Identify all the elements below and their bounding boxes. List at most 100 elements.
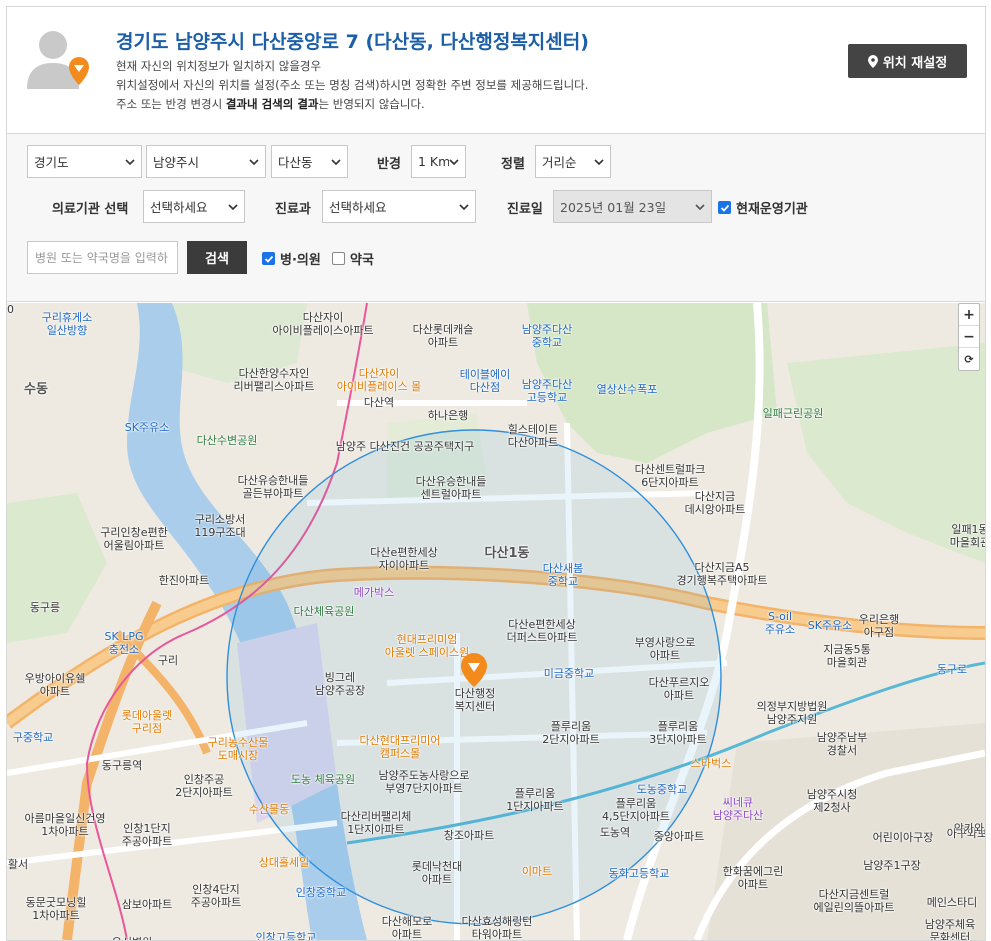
map-place-label[interactable]: 수산물동 <box>249 803 289 816</box>
map-place-label[interactable]: 롯데아울렛 구리점 <box>122 709 173 735</box>
map-place-label[interactable]: 동화고등학교 <box>609 867 670 880</box>
map-place-label[interactable]: 다산센트럴파크 6단지아파트 <box>635 463 706 489</box>
map-place-label[interactable]: 다산푸르지오 아파트 <box>649 676 710 702</box>
institution-select[interactable]: 선택하세요 <box>143 190 245 223</box>
map-place-label[interactable]: 다산지금A5 경기행복주택아파트 <box>676 561 767 587</box>
map-place-label[interactable]: 다산새봄 중학교 <box>543 562 583 588</box>
department-select[interactable]: 선택하세요 <box>322 190 476 223</box>
sort-select[interactable]: 거리순 <box>535 145 611 178</box>
map-place-label[interactable]: 다산유승한내들 골든뷰아파트 <box>238 474 309 500</box>
map-place-label[interactable]: 어린이아구장 <box>873 831 934 844</box>
dong-select[interactable]: 다산동 <box>271 145 348 178</box>
map-place-label[interactable]: 인창1단지 주공아파트 <box>122 822 173 848</box>
map-place-label[interactable]: 다산1동 <box>485 547 530 560</box>
map-place-label[interactable]: 구리휴게소 일산방향 <box>42 311 93 337</box>
map-place-label[interactable]: 다산한양수자인 리버팰리스아파트 <box>234 367 315 393</box>
map-place-label[interactable]: 남양주체육 문화센터 <box>925 918 976 940</box>
map-place-label[interactable]: 스타벅스 <box>691 757 731 770</box>
map-place-label[interactable]: 다산롯데캐슬 아파트 <box>413 323 474 349</box>
map-place-label[interactable]: 다산효성해링턴 타워아파트 <box>462 915 533 940</box>
city-select[interactable]: 남양주시 <box>146 145 266 178</box>
map-place-label[interactable]: 남양주시청 제2청사 <box>807 788 858 814</box>
map-place-label[interactable]: 플루리움 1단지아파트 <box>506 787 564 813</box>
map-place-label[interactable]: 삼보아파트 <box>122 898 173 911</box>
map-place-label[interactable]: 구리소방서 119구조대 <box>194 513 245 539</box>
map-refresh-button[interactable]: ⟳ <box>959 348 979 370</box>
map-place-label[interactable]: 구중학교 <box>13 731 53 744</box>
zoom-in-button[interactable]: + <box>959 304 979 326</box>
clinic-checkbox[interactable]: 병·의원 <box>262 249 321 268</box>
map-place-label[interactable]: 도농역 <box>600 826 630 839</box>
map-place-label[interactable]: 인창4단지 주공아파트 <box>191 883 242 909</box>
map-place-label[interactable]: 일패근린공원 <box>763 407 824 420</box>
search-button[interactable]: 검색 <box>187 241 247 274</box>
map-place-label[interactable]: SK LPG 충전소 <box>105 630 144 656</box>
map-place-label[interactable]: 다산역 <box>364 396 394 409</box>
map-place-label[interactable]: 다산수변공원 <box>197 434 258 447</box>
map-place-label[interactable]: SK주유소 <box>808 619 853 632</box>
map-place-label[interactable]: 구리인창e편한 어울림아파트 <box>100 526 168 552</box>
map-place-label[interactable]: 인창중학교 <box>296 886 347 899</box>
province-select[interactable]: 경기도 <box>27 145 142 178</box>
map-place-label[interactable]: 구리농수산물 도매시장 <box>208 736 269 762</box>
map-place-label[interactable]: 이마트 <box>522 865 552 878</box>
map-place-label[interactable]: 현대프리미엄 아울렛 스페이스원 <box>385 633 469 659</box>
map-place-label[interactable]: 중앙아파트 <box>654 830 705 843</box>
map-place-label[interactable]: 다산현대프리미어 캠퍼스몰 <box>360 734 441 760</box>
map-place-label[interactable]: 동구로 <box>937 663 967 676</box>
location-marker-icon[interactable] <box>461 653 487 687</box>
map-place-label[interactable]: 다산자이 아이비플레이스 몰 <box>337 367 421 393</box>
map-place-label[interactable]: 창조아파트 <box>444 829 495 842</box>
map-place-label[interactable]: 다산리버팰리체 1단지아파트 <box>341 810 412 836</box>
open-now-checkbox[interactable]: 현재운영기관 <box>718 198 808 217</box>
map-place-label[interactable]: 부영사랑으로 아파트 <box>635 636 696 662</box>
map-place-label[interactable]: 수동 <box>24 383 48 396</box>
map-place-label[interactable]: 한진아파트 <box>159 574 210 587</box>
map-place-label[interactable]: 다산체육공원 <box>294 605 355 618</box>
map-place-label[interactable]: 테이블에이 다산점 <box>460 368 511 394</box>
map-place-label[interactable]: 하나은행 <box>428 409 468 422</box>
map-place-label[interactable]: 남양주다산 고등학교 <box>522 378 573 404</box>
search-input[interactable]: 병원 또는 약국명을 입력하 <box>27 241 178 274</box>
map-place-label[interactable]: 일패1동마을회관 <box>950 523 985 549</box>
map-place-label[interactable]: 씨네큐 남양주다산 <box>713 796 764 822</box>
map-place-label[interactable]: 열상산수폭포 <box>597 383 658 396</box>
map-place-label[interactable]: 아름마을일신건영 1차아파트 <box>25 812 106 838</box>
map-place-label[interactable]: 인창주공 2단지아파트 <box>175 773 233 799</box>
map-place-label[interactable]: 남양주다산 중학교 <box>522 323 573 349</box>
map-place-label[interactable]: 도농중학교 <box>637 783 688 796</box>
map-place-label[interactable]: 20 <box>7 303 14 316</box>
map-place-label[interactable]: 의정부지방법원 남양주지원 <box>757 700 828 726</box>
map-place-label[interactable]: 다산유승한내들 센트럴아파트 <box>416 475 487 501</box>
map-place-label[interactable]: 한화꿈에그린 아파트 <box>723 865 784 891</box>
map-place-label[interactable]: 상대홀세일 <box>259 856 310 869</box>
map-place-label[interactable]: 메인스타디 <box>927 896 978 909</box>
zoom-out-button[interactable]: − <box>959 326 979 348</box>
map-place-label[interactable]: 도농 체육공원 <box>291 773 355 786</box>
map-place-label[interactable]: SK주유소 <box>125 421 170 434</box>
radius-select[interactable]: 1 Km <box>411 145 466 178</box>
location-reset-button[interactable]: 위치 재설정 <box>848 44 967 78</box>
map-place-label[interactable]: 동문굿모닝힐 1차아파트 <box>26 896 87 922</box>
map-place-label[interactable]: 우리은행 아구점 <box>859 613 899 639</box>
map-view[interactable]: + − ⟳ 구리휴게소 일산방향 다산자이 아이비플레이스아파트 다산롯데캐슬 아파트 남양… <box>7 303 985 940</box>
map-place-label[interactable]: 지금동5통 마을회관 <box>823 643 870 669</box>
map-place-label[interactable]: 롯데낙천대 아파트 <box>412 860 463 886</box>
map-place-label[interactable]: 남양주남부 경찰서 <box>817 731 868 757</box>
map-place-label[interactable]: 악카와 <box>954 822 984 835</box>
map-place-label[interactable]: 플루리움 2단지아파트 <box>542 720 600 746</box>
map-place-label[interactable]: 메가박스 <box>354 586 394 599</box>
map-place-label[interactable]: 플루리움 4,5단지아파트 <box>602 797 670 823</box>
map-place-label[interactable]: 인창고등학교 <box>256 931 317 940</box>
map-place-label[interactable]: S-oil 주유소 <box>765 610 795 636</box>
map-place-label[interactable]: 우방아이유쉘 아파트 <box>25 672 86 698</box>
map-place-label[interactable]: 플루리움 3단지아파트 <box>649 720 707 746</box>
map-place-label[interactable]: 다산e편한세상 더퍼스트아파트 <box>507 618 578 644</box>
map-place-label[interactable]: 힐스테이트 다산아파트 <box>508 423 559 449</box>
map-place-label[interactable]: 빙그레 남양주공장 <box>315 671 366 697</box>
map-place-label[interactable]: 유서병원 <box>112 936 152 940</box>
map-place-label[interactable]: 미금중학교 <box>544 667 595 680</box>
pharmacy-checkbox[interactable]: 약국 <box>332 249 374 268</box>
map-place-label[interactable]: 남양주 다산진건 공공주택지구 <box>336 440 475 453</box>
map-place-label[interactable]: 다산e편한세상 자이아파트 <box>370 546 438 572</box>
